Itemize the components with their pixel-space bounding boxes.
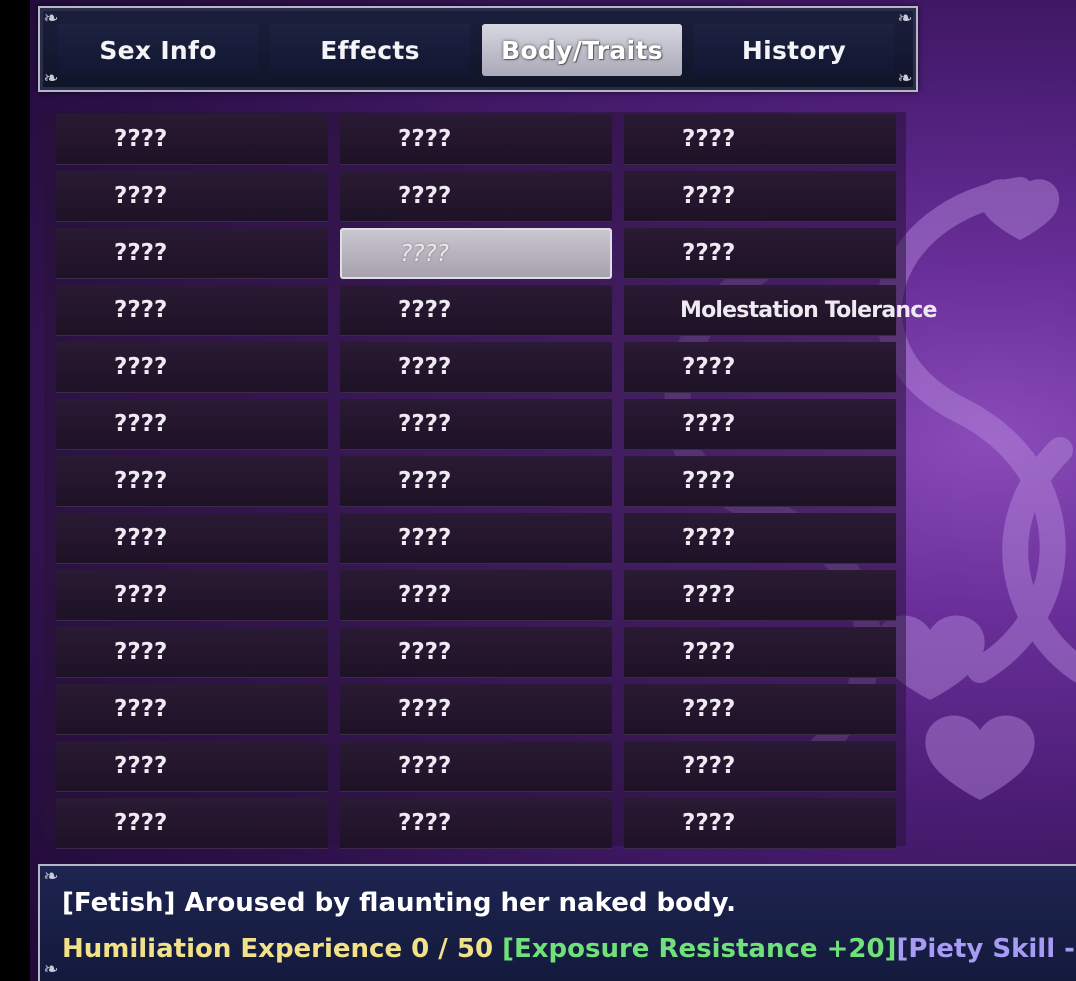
trait-cell[interactable]: ???? bbox=[56, 171, 328, 222]
trait-stats: Humiliation Experience 0 / 50 [Exposure … bbox=[62, 934, 1076, 964]
trait-cell[interactable]: ???? bbox=[56, 399, 328, 450]
trait-cell[interactable]: ???? bbox=[340, 228, 612, 279]
trait-cell[interactable]: ???? bbox=[340, 513, 612, 564]
corner-ornament-icon: ❧ bbox=[43, 866, 59, 887]
trait-cell[interactable]: ???? bbox=[340, 570, 612, 621]
trait-cell[interactable]: ???? bbox=[340, 684, 612, 735]
corner-ornament-icon: ❧ bbox=[43, 959, 59, 980]
trait-cell[interactable]: ???? bbox=[340, 399, 612, 450]
stat-progress: Humiliation Experience 0 / 50 bbox=[62, 934, 503, 964]
trait-cell[interactable]: ???? bbox=[56, 456, 328, 507]
trait-cell[interactable]: ???? bbox=[624, 741, 896, 792]
bonus-negative: [Piety Skill -5] bbox=[896, 934, 1076, 964]
corner-ornament-icon: ❧ bbox=[897, 8, 913, 29]
trait-cell[interactable]: ???? bbox=[624, 570, 896, 621]
trait-cell[interactable]: ???? bbox=[56, 684, 328, 735]
trait-cell[interactable]: ???? bbox=[624, 399, 896, 450]
trait-cell[interactable]: ???? bbox=[624, 456, 896, 507]
tab-body-traits[interactable]: Body/Traits bbox=[482, 24, 682, 76]
trait-cell[interactable]: ???? bbox=[56, 627, 328, 678]
description-box: ❧ ❧ [Fetish] Aroused by flaunting her na… bbox=[38, 864, 1076, 981]
trait-cell[interactable]: ???? bbox=[56, 228, 328, 279]
tab-history[interactable]: History bbox=[694, 24, 894, 76]
trait-cell[interactable]: ???? bbox=[340, 741, 612, 792]
trait-cell[interactable]: ???? bbox=[340, 456, 612, 507]
trait-cell[interactable]: ???? bbox=[340, 627, 612, 678]
trait-cell[interactable]: ???? bbox=[624, 114, 896, 165]
trait-cell[interactable]: ???? bbox=[56, 285, 328, 336]
bonus-positive: [Exposure Resistance +20] bbox=[502, 934, 897, 964]
trait-cell[interactable]: ???? bbox=[56, 570, 328, 621]
trait-cell[interactable]: ???? bbox=[56, 513, 328, 564]
trait-cell[interactable]: ???? bbox=[340, 114, 612, 165]
trait-cell[interactable]: ???? bbox=[340, 285, 612, 336]
trait-cell[interactable]: Molestation Tolerance bbox=[624, 285, 937, 336]
corner-ornament-icon: ❧ bbox=[897, 68, 913, 89]
trait-cell[interactable]: ???? bbox=[624, 342, 896, 393]
trait-cell[interactable]: ???? bbox=[56, 741, 328, 792]
trait-cell[interactable]: ???? bbox=[56, 342, 328, 393]
trait-cell[interactable]: ???? bbox=[624, 171, 896, 222]
trait-cell[interactable]: ???? bbox=[56, 114, 328, 165]
trait-cell[interactable]: ???? bbox=[624, 228, 896, 279]
trait-description: [Fetish] Aroused by flaunting her naked … bbox=[62, 888, 737, 918]
trait-cell[interactable]: ???? bbox=[624, 513, 896, 564]
tab-effects[interactable]: Effects bbox=[270, 24, 470, 76]
tab-sex-info[interactable]: Sex Info bbox=[58, 24, 258, 76]
trait-cell[interactable]: ???? bbox=[340, 171, 612, 222]
traits-grid: ????????????????????????????????????????… bbox=[44, 112, 937, 849]
game-screen: ❧ ❧ ❧ ❧ Sex Info Effects Body/Traits His… bbox=[30, 0, 1076, 981]
trait-cell[interactable]: ???? bbox=[56, 798, 328, 849]
tab-bar: ❧ ❧ ❧ ❧ Sex Info Effects Body/Traits His… bbox=[38, 6, 918, 92]
trait-cell[interactable]: ???? bbox=[340, 798, 612, 849]
trait-cell[interactable]: ???? bbox=[624, 627, 896, 678]
trait-cell[interactable]: ???? bbox=[624, 798, 896, 849]
trait-cell[interactable]: ???? bbox=[624, 684, 896, 735]
trait-cell[interactable]: ???? bbox=[340, 342, 612, 393]
